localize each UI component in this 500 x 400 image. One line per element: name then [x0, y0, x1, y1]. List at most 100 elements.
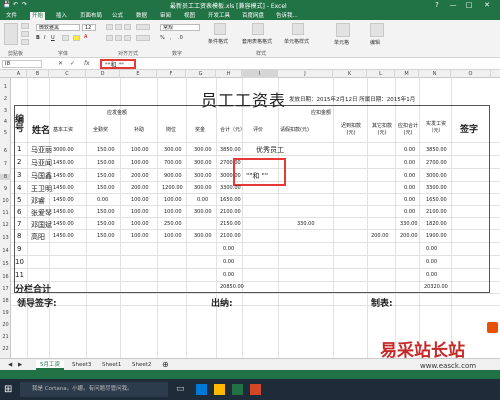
row-header[interactable]: 11	[0, 210, 11, 216]
cut-icon[interactable]	[21, 23, 29, 29]
column-header[interactable]: O	[451, 70, 491, 78]
cells-label[interactable]: 单元格	[334, 39, 349, 46]
header-sub[interactable]: 迟到扣款(元)	[337, 122, 365, 136]
header-sub[interactable]: 请假扣款(元)	[280, 126, 309, 133]
number-format-select[interactable]: 常规	[160, 24, 200, 31]
row-header[interactable]: 17	[0, 286, 11, 292]
column-header[interactable]: B	[27, 70, 49, 78]
cell-value[interactable]: 250.00	[164, 221, 182, 227]
header-rating[interactable]: 评价	[253, 126, 263, 133]
row-header[interactable]: 22	[0, 346, 11, 352]
row-header[interactable]: 5	[0, 130, 11, 136]
table-format-icon[interactable]	[252, 23, 264, 35]
cell-value[interactable]: 100.00	[164, 209, 182, 215]
cell-value[interactable]: 300.00	[194, 147, 212, 153]
column-header[interactable]: H	[216, 70, 242, 78]
tab-file[interactable]: 文件	[4, 12, 19, 20]
cell-value[interactable]: 3000.00	[53, 147, 74, 153]
cell-actual[interactable]: 1900.00	[426, 233, 447, 239]
cell-value[interactable]: 1450.00	[53, 221, 74, 227]
cell-id[interactable]: 3	[17, 171, 21, 179]
row-header[interactable]: 10	[0, 198, 11, 204]
cell-actual[interactable]: 0.00	[426, 259, 437, 265]
cell-value[interactable]: 100.00	[131, 197, 149, 203]
cell-value[interactable]: 100.00	[131, 147, 149, 153]
subtotal-label[interactable]: 分栏合计	[15, 282, 51, 295]
cell-value[interactable]: 150.00	[97, 233, 115, 239]
column-header[interactable]: A	[11, 70, 27, 78]
align-top-icon[interactable]	[106, 24, 113, 30]
cell-deduct-total[interactable]: 0.00	[404, 197, 415, 203]
row-header[interactable]: 2	[0, 96, 11, 102]
cell-value[interactable]: 300.00	[194, 209, 212, 215]
cell-value[interactable]: 200.00	[131, 173, 149, 179]
row-header[interactable]: 15	[0, 261, 11, 267]
align-bottom-icon[interactable]	[124, 24, 131, 30]
cell-value[interactable]: 100.00	[164, 233, 182, 239]
cell-value[interactable]: 100.00	[164, 197, 182, 203]
cell-value[interactable]: 700.00	[164, 160, 182, 166]
align-center-icon[interactable]	[115, 35, 122, 41]
cell-value[interactable]: 1450.00	[53, 160, 74, 166]
cell-value[interactable]: 300.00	[194, 160, 212, 166]
tab-baidu[interactable]: 百度网盘	[240, 12, 266, 20]
cell-value[interactable]: 100.00	[131, 233, 149, 239]
font-size-select[interactable]: 12	[82, 24, 96, 31]
tab-review[interactable]: 审阅	[158, 12, 173, 20]
sheet-tab[interactable]: Sheet1	[98, 360, 125, 370]
cell-deduct-total[interactable]: 0.00	[404, 173, 415, 179]
edit-label[interactable]: 编辑	[370, 39, 380, 46]
cell-deduct-total[interactable]: 0.00	[404, 160, 415, 166]
cell-value[interactable]: 150.00	[97, 209, 115, 215]
edit-icon[interactable]	[370, 23, 384, 37]
column-header[interactable]: N	[419, 70, 451, 78]
maximize-button[interactable]: □	[462, 0, 476, 11]
release-date[interactable]: 发放日期：2015年2月12日 所属日期：2015年1月	[289, 95, 415, 103]
cell-total[interactable]: 3300.00	[220, 185, 241, 191]
row-header[interactable]: 3	[0, 108, 11, 114]
cell-value[interactable]: 900.00	[164, 173, 182, 179]
cell-id[interactable]: 8	[17, 232, 21, 240]
row-header[interactable]: 20	[0, 322, 11, 328]
cell-actual[interactable]: 2700.00	[426, 160, 447, 166]
row-header[interactable]: 14	[0, 248, 11, 254]
tab-formulas[interactable]: 公式	[110, 12, 125, 20]
cancel-icon[interactable]: ✕	[58, 60, 63, 67]
excel-icon[interactable]	[232, 384, 243, 395]
undo-icon[interactable]: ↶	[13, 1, 18, 8]
merge-center-icon[interactable]	[136, 35, 150, 41]
cell-value[interactable]: 100.00	[131, 160, 149, 166]
tab-insert[interactable]: 插入	[54, 12, 69, 20]
conditional-format-icon[interactable]	[214, 23, 226, 35]
cell-value[interactable]: 150.00	[97, 147, 115, 153]
help-button[interactable]: ?	[430, 0, 444, 11]
font-name-select[interactable]: 微软雅黑	[36, 24, 80, 31]
sheet-title[interactable]: 员工工资表	[201, 87, 286, 111]
column-header[interactable]: K	[333, 70, 367, 78]
edge-icon[interactable]	[196, 384, 207, 395]
enter-icon[interactable]: ✓	[70, 60, 75, 67]
subtotal-total[interactable]: 20850.00	[220, 284, 244, 290]
add-sheet-icon[interactable]: ⊕	[158, 360, 173, 370]
cell-name[interactable]: 邓睿	[31, 196, 45, 206]
header-sub[interactable]: 岗位	[166, 126, 176, 133]
cell-id[interactable]: 1	[17, 145, 21, 153]
cell-value[interactable]: 100.00	[131, 209, 149, 215]
row-header[interactable]: 9	[0, 186, 11, 192]
sheet-tab[interactable]: Sheet3	[68, 360, 95, 370]
column-header[interactable]: J	[278, 70, 333, 78]
column-header[interactable]: E	[120, 70, 157, 78]
redo-icon[interactable]: ↷	[22, 1, 27, 8]
bold-icon[interactable]: B	[36, 35, 40, 41]
name-box[interactable]: I8	[2, 60, 42, 68]
cell-value[interactable]: 300.00	[164, 147, 182, 153]
row-header[interactable]: 13	[0, 235, 11, 241]
tab-tell-me[interactable]: 告诉我...	[274, 12, 300, 20]
app-icon[interactable]	[250, 384, 261, 395]
italic-icon[interactable]: I	[44, 35, 45, 41]
cell-value[interactable]: 300.00	[194, 185, 212, 191]
cell-total[interactable]: 0.00	[223, 272, 234, 278]
cell-deduct-total[interactable]: 0.00	[404, 209, 415, 215]
row-header[interactable]: 7	[0, 161, 11, 167]
explorer-icon[interactable]	[214, 384, 225, 395]
